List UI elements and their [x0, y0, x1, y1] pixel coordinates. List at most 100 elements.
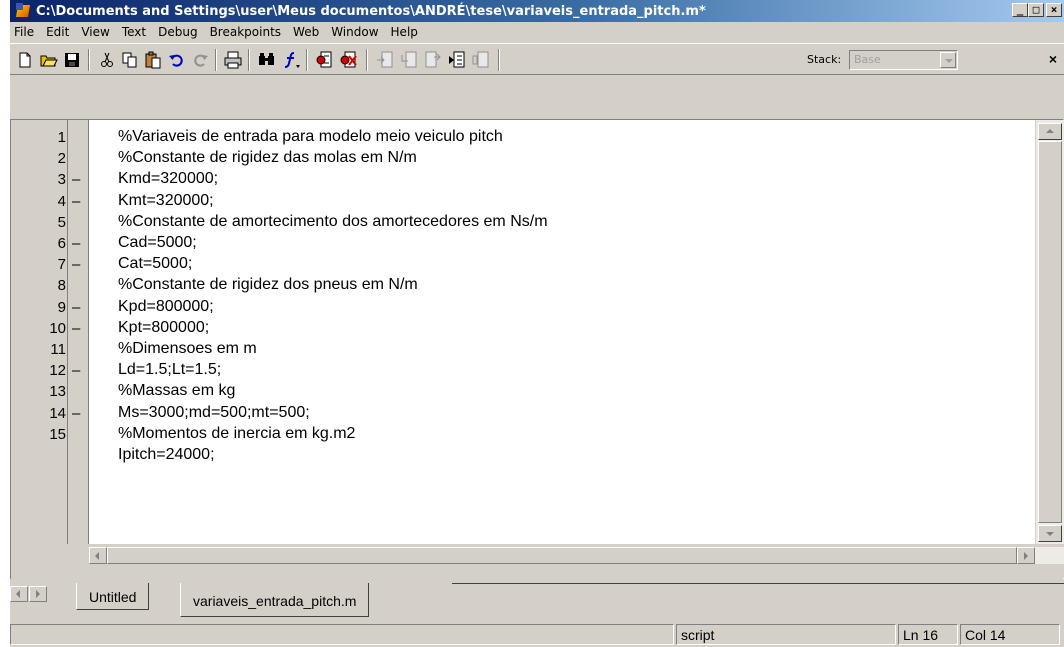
stack-dropdown[interactable]: Base [849, 50, 958, 70]
code-line[interactable]: %Massas em kg [118, 382, 235, 400]
code-line[interactable]: Ld=1.5;Lt=1.5; [118, 361, 221, 379]
status-bar: script Ln 16 Col 14 [10, 622, 1064, 647]
new-file-icon[interactable] [16, 51, 34, 69]
code-line[interactable]: %Variaveis de entrada para modelo meio v… [118, 128, 503, 146]
chevron-down-icon[interactable] [940, 52, 956, 68]
vertical-scroll-thumb[interactable] [1038, 141, 1062, 523]
scroll-down-icon[interactable] [1038, 525, 1062, 542]
code-line[interactable]: Cat=5000; [118, 255, 192, 273]
code-area[interactable] [89, 120, 1035, 544]
menu-breakpoints[interactable]: Breakpoints [204, 25, 287, 39]
menu-debug[interactable]: Debug [152, 25, 203, 39]
stack-label: Stack: [807, 53, 842, 66]
toolbar-separator [498, 49, 500, 71]
set-breakpoint-icon[interactable] [316, 51, 334, 69]
title-bar[interactable]: C:\Documents and Settings\user\Meus docu… [10, 0, 1064, 22]
menu-edit[interactable]: Edit [40, 25, 75, 39]
status-message [10, 624, 674, 645]
toolbar-separator [88, 49, 90, 71]
step-icon[interactable] [376, 51, 394, 69]
line-number: 10 [49, 319, 66, 337]
line-number: 6 [57, 235, 66, 252]
menu-help[interactable]: Help [385, 25, 424, 39]
find-icon[interactable] [258, 51, 276, 69]
menu-bar: File Edit View Text Debug Breakpoints We… [10, 22, 1064, 42]
minimize-button[interactable]: _ [1012, 3, 1028, 17]
document-tab-bar: Untitled variaveis_entrada_pitch.m [10, 583, 1064, 621]
editor-frame: 1 %Variaveis de entrada para modelo meio … [10, 119, 1064, 579]
line-number: 8 [57, 277, 66, 295]
maximize-button[interactable]: □ [1028, 3, 1044, 17]
line-number: 15 [49, 425, 66, 443]
scroll-left-icon[interactable] [89, 547, 107, 564]
line-number: 5 [57, 213, 66, 231]
menu-file[interactable]: File [10, 25, 40, 39]
line-number: 12 [49, 362, 66, 380]
window-title: C:\Documents and Settings\user\Meus docu… [36, 3, 706, 19]
vertical-scrollbar[interactable] [1036, 120, 1064, 544]
copy-icon[interactable] [121, 51, 139, 69]
code-line[interactable]: Kmt=320000; [118, 192, 214, 210]
function-icon[interactable] [282, 51, 300, 69]
code-line[interactable]: %Momentos de inercia em kg.m2 [118, 425, 355, 443]
menu-text[interactable]: Text [116, 25, 152, 39]
save-icon[interactable] [63, 51, 81, 69]
code-line[interactable]: Ms=3000;md=500;mt=500; [118, 404, 310, 422]
clear-breakpoint-icon[interactable] [340, 51, 358, 69]
menu-web[interactable]: Web [287, 25, 325, 39]
horizontal-scroll-thumb[interactable] [107, 547, 1017, 564]
horizontal-scrollbar[interactable] [89, 544, 1064, 578]
line-number: 3 [57, 171, 66, 189]
open-folder-icon[interactable] [40, 51, 58, 69]
close-document-button[interactable]: × [1046, 51, 1060, 67]
tab-variaveis-entrada-pitch[interactable]: variaveis_entrada_pitch.m [180, 583, 370, 617]
breakpoint-marker[interactable]: – [72, 256, 82, 273]
breakpoint-marker[interactable]: – [72, 171, 82, 188]
redo-icon[interactable] [191, 51, 209, 69]
code-line[interactable]: Ipitch=24000; [118, 446, 215, 464]
breakpoint-marker[interactable]: – [72, 193, 82, 210]
toolbar-separator [366, 49, 368, 71]
tab-untitled[interactable]: Untitled [76, 583, 150, 610]
tab-scroll-left-icon[interactable] [10, 586, 28, 602]
step-in-icon[interactable] [400, 51, 418, 69]
code-line[interactable]: %Constante de rigidez das molas em N/m [118, 149, 417, 167]
toolbar-separator [215, 49, 217, 71]
code-line[interactable]: Kmd=320000; [118, 170, 218, 188]
breakpoint-marker[interactable]: – [72, 362, 82, 379]
scroll-up-icon[interactable] [1038, 123, 1062, 140]
line-number: 4 [57, 192, 66, 210]
line-number: 2 [57, 150, 66, 168]
menu-window[interactable]: Window [325, 25, 384, 39]
line-number: 9 [57, 298, 66, 316]
breakpoint-marker[interactable]: – [72, 405, 82, 422]
close-window-button[interactable]: × [1046, 3, 1062, 17]
breakpoint-marker[interactable]: – [72, 235, 82, 252]
code-line[interactable]: Cad=5000; [118, 234, 197, 252]
step-out-icon[interactable] [424, 51, 442, 69]
line-number: 13 [49, 383, 66, 401]
breakpoint-marker[interactable]: – [72, 299, 82, 316]
tab-scroll-right-icon[interactable] [29, 586, 47, 602]
toolbar-separator [248, 49, 250, 71]
status-line: Ln 16 [898, 624, 958, 645]
code-line[interactable]: %Constante de rigidez dos pneus em N/m [118, 276, 418, 294]
paste-icon[interactable] [144, 51, 162, 69]
print-icon[interactable] [224, 51, 242, 69]
code-editor: 1 %Variaveis de entrada para modelo meio … [10, 119, 1064, 581]
undo-icon[interactable] [168, 51, 186, 69]
code-line[interactable]: %Constante de amortecimento dos amortece… [118, 213, 548, 231]
scroll-right-icon[interactable] [1017, 547, 1035, 564]
exit-debug-icon[interactable] [472, 51, 490, 69]
cut-icon[interactable] [98, 51, 116, 69]
breakpoint-marker[interactable]: – [72, 320, 82, 337]
toolbar: Stack: Base × [10, 43, 1064, 75]
line-number: 14 [49, 404, 66, 422]
matlab-logo-icon [16, 3, 32, 19]
continue-icon[interactable] [448, 51, 466, 69]
menu-view[interactable]: View [75, 25, 115, 39]
code-line[interactable]: Kpd=800000; [118, 298, 214, 316]
code-line[interactable]: %Dimensoes em m [118, 340, 257, 358]
code-line[interactable]: Kpt=800000; [118, 319, 209, 337]
editor-window: C:\Documents and Settings\user\Meus docu… [10, 0, 1064, 647]
